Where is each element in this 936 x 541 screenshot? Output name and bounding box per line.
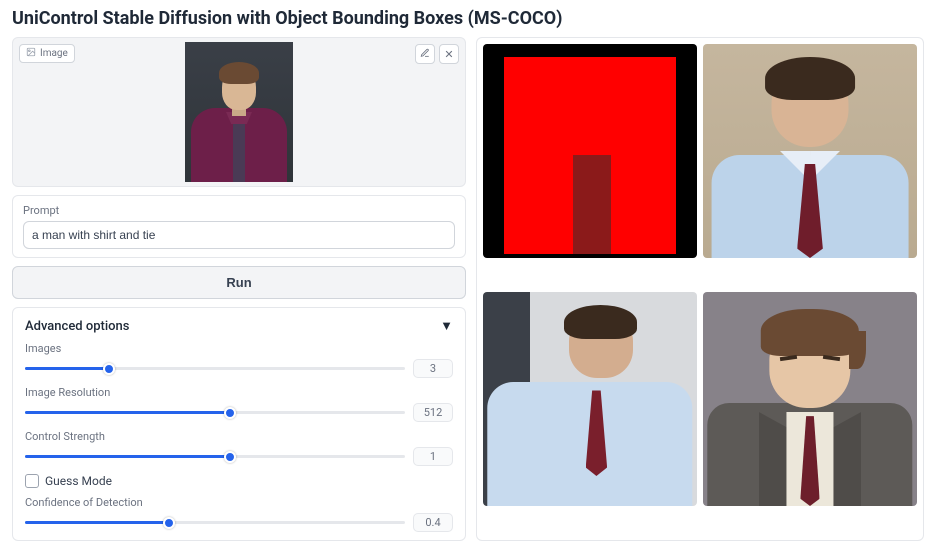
images-slider[interactable] bbox=[25, 362, 405, 376]
edit-image-button[interactable] bbox=[415, 44, 435, 64]
close-icon: ✕ bbox=[444, 48, 453, 61]
resolution-option: Image Resolution 512 bbox=[25, 386, 453, 422]
images-value[interactable]: 3 bbox=[413, 359, 453, 378]
guess-mode-checkbox[interactable] bbox=[25, 474, 39, 488]
strength-value[interactable]: 1 bbox=[413, 447, 453, 466]
output-thumbnail[interactable] bbox=[703, 292, 917, 506]
guess-mode-label: Guess Mode bbox=[45, 474, 112, 488]
strength-option: Control Strength 1 bbox=[25, 430, 453, 466]
image-tag: Image bbox=[19, 44, 75, 63]
prompt-input[interactable] bbox=[23, 221, 455, 249]
strength-slider[interactable] bbox=[25, 450, 405, 464]
clear-image-button[interactable]: ✕ bbox=[439, 44, 459, 64]
pencil-icon bbox=[420, 48, 430, 61]
output-thumbnail[interactable] bbox=[483, 292, 697, 506]
strength-label: Control Strength bbox=[25, 430, 453, 443]
confidence-option: Confidence of Detection 0.4 bbox=[25, 496, 453, 532]
confidence-slider[interactable] bbox=[25, 516, 405, 530]
resolution-label: Image Resolution bbox=[25, 386, 453, 399]
confidence-value[interactable]: 0.4 bbox=[413, 513, 453, 532]
resolution-value[interactable]: 512 bbox=[413, 403, 453, 422]
caret-down-icon: ▼ bbox=[440, 318, 453, 334]
input-image-panel[interactable]: Image ✕ bbox=[12, 37, 466, 187]
page-title: UniControl Stable Diffusion with Object … bbox=[12, 8, 924, 29]
confidence-label: Confidence of Detection bbox=[25, 496, 453, 509]
run-button[interactable]: Run bbox=[12, 266, 466, 299]
prompt-label: Prompt bbox=[23, 204, 455, 217]
output-thumbnail[interactable] bbox=[703, 44, 917, 258]
image-icon bbox=[26, 47, 36, 60]
advanced-options-panel: Advanced options ▼ Images 3 Image Resolu… bbox=[12, 307, 466, 541]
image-tag-label: Image bbox=[40, 48, 68, 59]
images-option: Images 3 bbox=[25, 342, 453, 378]
resolution-slider[interactable] bbox=[25, 406, 405, 420]
advanced-options-label: Advanced options bbox=[25, 319, 129, 334]
input-image-preview bbox=[185, 42, 293, 182]
advanced-options-toggle[interactable]: Advanced options ▼ bbox=[25, 318, 453, 334]
output-gallery bbox=[476, 37, 924, 541]
prompt-panel: Prompt bbox=[12, 195, 466, 258]
images-label: Images bbox=[25, 342, 453, 355]
output-thumbnail[interactable] bbox=[483, 44, 697, 258]
guess-mode-option[interactable]: Guess Mode bbox=[25, 474, 453, 488]
